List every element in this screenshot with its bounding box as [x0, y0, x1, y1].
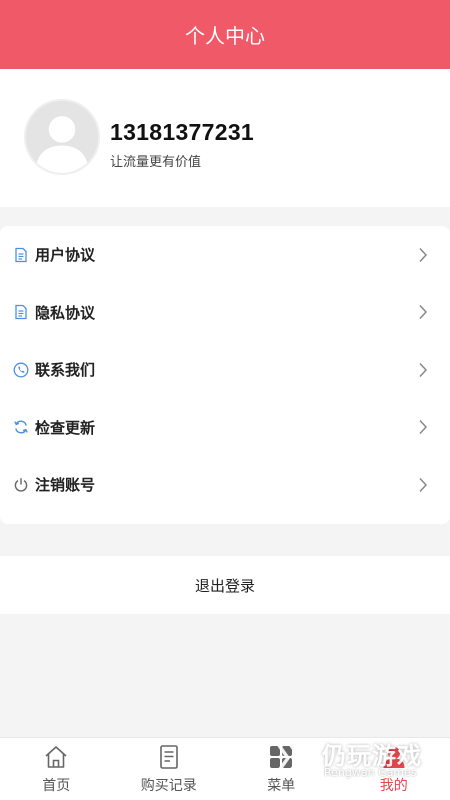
bottom-tab-bar: 首页 购买记录 菜单 我的	[0, 737, 450, 800]
chevron-right-icon	[418, 247, 428, 263]
menu-item-contact-us[interactable]: 联系我们	[0, 341, 450, 399]
user-tagline: 让流量更有价值	[110, 155, 202, 170]
profile-card: 13181377231 让流量更有价值	[0, 69, 450, 207]
menu-item-label: 联系我们	[35, 361, 96, 380]
header-bar: 个人中心	[0, 0, 450, 69]
receipt-icon	[155, 743, 183, 771]
default-avatar-icon	[26, 101, 98, 173]
menu-item-label: 隐私协议	[35, 303, 96, 322]
refresh-icon	[13, 419, 29, 435]
tab-purchase-history[interactable]: 购买记录	[113, 738, 226, 800]
chevron-right-icon	[418, 304, 428, 320]
menu-item-label: 用户协议	[35, 246, 96, 265]
settings-menu: 用户协议 隐私协议 联系我们 检查更新 注销账号	[0, 226, 450, 524]
menu-item-privacy-agreement[interactable]: 隐私协议	[0, 284, 450, 342]
menu-item-delete-account[interactable]: 注销账号	[0, 456, 450, 514]
tab-mine[interactable]: 我的	[338, 738, 450, 800]
page-title: 个人中心	[185, 24, 265, 48]
document-icon	[13, 304, 29, 320]
menu-item-label: 检查更新	[35, 418, 96, 437]
home-icon	[42, 743, 70, 771]
tab-home[interactable]: 首页	[0, 738, 113, 800]
phone-icon	[13, 362, 29, 378]
tab-menu[interactable]: 菜单	[225, 738, 338, 800]
logout-label: 退出登录	[194, 576, 255, 595]
chevron-right-icon	[418, 477, 428, 493]
power-icon	[13, 477, 29, 493]
document-icon	[13, 247, 29, 263]
menu-item-check-update[interactable]: 检查更新	[0, 399, 450, 457]
user-icon	[380, 743, 408, 771]
chevron-right-icon	[418, 362, 428, 378]
tab-label: 我的	[379, 778, 408, 794]
menu-item-user-agreement[interactable]: 用户协议	[0, 226, 450, 284]
menu-item-label: 注销账号	[35, 476, 96, 495]
user-phone-number: 13181377231	[110, 119, 255, 145]
tab-label: 菜单	[267, 778, 296, 794]
avatar[interactable]	[24, 99, 100, 175]
tab-label: 首页	[42, 778, 71, 794]
tab-label: 购买记录	[140, 778, 197, 794]
logout-button[interactable]: 退出登录	[0, 556, 450, 614]
chevron-right-icon	[418, 419, 428, 435]
grid-icon	[267, 743, 295, 771]
